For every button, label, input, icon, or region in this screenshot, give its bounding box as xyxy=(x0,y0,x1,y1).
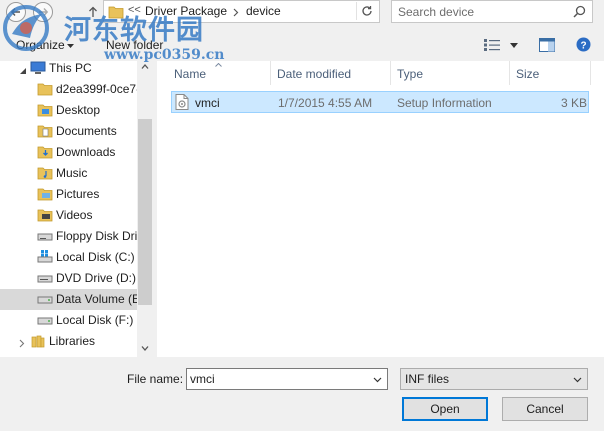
nav-item-label: Downloads xyxy=(56,145,116,159)
nav-item-label: Documents xyxy=(56,124,117,138)
scroll-up-icon[interactable] xyxy=(141,64,149,69)
file-list[interactable]: Name Date modified Type Size vmci 1/7/20… xyxy=(157,61,604,357)
column-header-type[interactable]: Type xyxy=(391,61,509,85)
chevron-down-icon[interactable] xyxy=(19,64,27,78)
column-divider[interactable] xyxy=(590,61,591,85)
downloads-folder-icon xyxy=(37,145,53,162)
chevron-down-icon[interactable] xyxy=(373,377,382,383)
desktop-folder-icon xyxy=(37,103,53,120)
nav-item[interactable]: DVD Drive (D:) xyxy=(0,268,137,289)
file-name: vmci xyxy=(195,96,220,110)
nav-item[interactable]: Libraries xyxy=(0,331,137,352)
file-type-value: INF files xyxy=(405,372,450,386)
scroll-down-icon[interactable] xyxy=(141,346,149,351)
file-type: Setup Information xyxy=(397,96,492,110)
chevron-right-icon[interactable] xyxy=(233,8,239,17)
nav-item[interactable]: Videos xyxy=(0,205,137,226)
search-box[interactable] xyxy=(391,0,593,23)
pictures-folder-icon xyxy=(37,187,53,204)
nav-item[interactable]: Data Volume (E xyxy=(0,289,137,310)
column-date-label: Date modified xyxy=(277,67,352,81)
svg-text:?: ? xyxy=(580,41,586,52)
file-row[interactable]: vmci 1/7/2015 4:55 AM Setup Information … xyxy=(171,91,589,113)
search-icon[interactable] xyxy=(573,5,586,18)
search-input[interactable] xyxy=(398,4,568,20)
dialog-footer: File name: INF files Open Cancel xyxy=(0,357,604,431)
nav-item-label: Local Disk (C:) xyxy=(56,250,135,264)
column-name-label: Name xyxy=(174,67,207,81)
windows-disk-icon xyxy=(37,250,53,267)
nav-item-label: d2ea399f-0ce7- xyxy=(56,82,137,96)
nav-item[interactable]: Documents xyxy=(0,121,137,142)
nav-item-label: Pictures xyxy=(56,187,100,201)
nav-item[interactable]: Desktop xyxy=(0,100,137,121)
view-options-icon[interactable] xyxy=(484,39,500,51)
nav-item-label: Videos xyxy=(56,208,93,222)
file-name-label: File name: xyxy=(127,372,184,386)
column-type-label: Type xyxy=(397,67,424,81)
chevron-down-icon[interactable] xyxy=(573,377,582,383)
disk-drive-icon xyxy=(37,292,53,309)
nav-item[interactable]: Local Disk (C:) xyxy=(0,247,137,268)
file-date: 1/7/2015 4:55 AM xyxy=(278,96,373,110)
breadcrumb-device[interactable]: device xyxy=(246,4,281,18)
nav-item-label: Floppy Disk Dri xyxy=(56,229,137,243)
sort-ascending-icon xyxy=(215,63,222,67)
preview-pane-icon[interactable] xyxy=(539,38,555,52)
videos-folder-icon xyxy=(37,208,53,225)
file-size: 3 KB xyxy=(561,96,588,110)
setup-info-file-icon xyxy=(175,94,189,110)
floppy-drive-icon xyxy=(37,229,53,246)
libraries-icon xyxy=(30,334,46,351)
nav-scrollbar[interactable] xyxy=(137,61,153,357)
watermark-title: 河东软件园 xyxy=(64,15,204,46)
navigation-pane[interactable]: Libraries Local Disk (F:) Data Volume (E DV… xyxy=(0,61,153,357)
refresh-button[interactable] xyxy=(356,2,376,20)
nav-item-label: Libraries xyxy=(49,334,96,348)
cancel-button[interactable]: Cancel xyxy=(502,397,588,421)
computer-icon xyxy=(30,61,46,78)
nav-item[interactable]: Pictures xyxy=(0,184,137,205)
open-button[interactable]: Open xyxy=(402,397,488,421)
refresh-icon xyxy=(361,6,372,16)
nav-item[interactable]: Floppy Disk Dri xyxy=(0,226,137,247)
nav-item-label: This PC xyxy=(49,61,92,75)
file-name-combobox[interactable] xyxy=(186,368,388,390)
column-header-name[interactable]: Name xyxy=(157,61,270,85)
chevron-right-icon[interactable] xyxy=(19,337,25,351)
nav-item-label: Desktop xyxy=(56,103,101,117)
music-folder-icon xyxy=(37,166,53,183)
column-header-date[interactable]: Date modified xyxy=(271,61,390,85)
help-icon[interactable]: ? xyxy=(576,37,591,52)
caret-down-icon[interactable] xyxy=(510,43,518,48)
column-size-label: Size xyxy=(516,67,540,81)
documents-folder-icon xyxy=(37,124,53,141)
nav-item[interactable]: Local Disk (F:) xyxy=(0,310,137,331)
nav-item-label: DVD Drive (D:) xyxy=(56,271,136,285)
folder-icon xyxy=(37,82,53,99)
dvd-drive-icon xyxy=(37,271,53,288)
nav-item-label: Local Disk (F:) xyxy=(56,313,134,327)
scrollbar-thumb[interactable] xyxy=(138,119,152,305)
nav-item[interactable]: Music xyxy=(0,163,137,184)
disk-drive-icon xyxy=(37,313,53,330)
nav-item[interactable]: d2ea399f-0ce7- xyxy=(0,79,137,100)
watermark-logo-icon xyxy=(3,5,49,51)
file-type-select[interactable]: INF files xyxy=(400,368,588,390)
column-header-size[interactable]: Size xyxy=(510,61,590,85)
file-name-field[interactable] xyxy=(190,372,366,386)
nav-item[interactable]: Downloads xyxy=(0,142,137,163)
nav-item-label: Music xyxy=(56,166,88,180)
nav-item-label: Data Volume (E xyxy=(56,292,137,306)
